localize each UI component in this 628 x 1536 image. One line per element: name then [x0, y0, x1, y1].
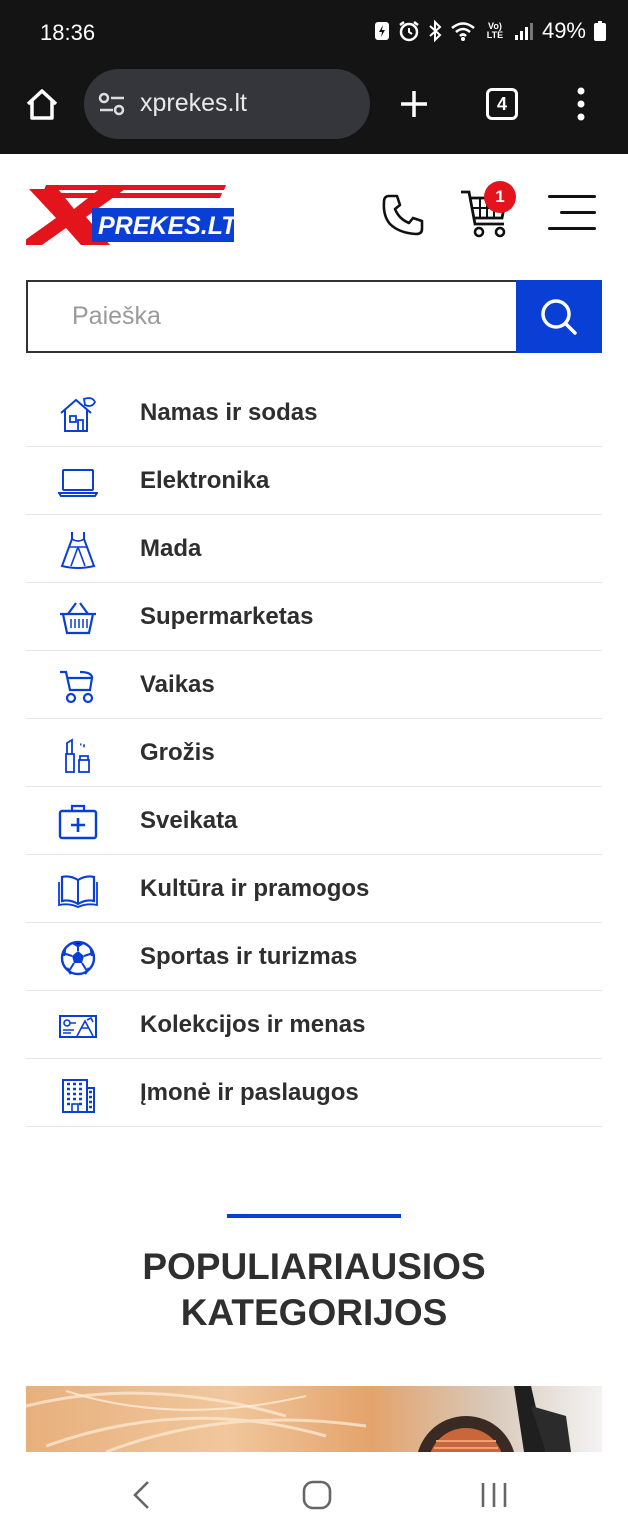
- category-label: Įmonė ir paslaugos: [140, 1079, 359, 1106]
- volte-badge: Vo) LTE: [486, 21, 504, 40]
- category-item-sveikata[interactable]: Sveikata: [26, 787, 602, 855]
- menu-icon[interactable]: [548, 193, 596, 233]
- book-icon: [58, 875, 98, 908]
- logo-text: PREKES.LT: [98, 212, 236, 240]
- category-label: Kolekcijos ir menas: [140, 1011, 366, 1038]
- cart-count-badge: 1: [484, 181, 516, 213]
- back-icon[interactable]: [130, 1480, 152, 1510]
- search-button[interactable]: [516, 280, 602, 353]
- first-aid-kit-icon: [58, 804, 98, 840]
- status-bar: 18:36 Vo) LTE 49%: [0, 0, 628, 66]
- category-item-sportas-ir-turizmas[interactable]: Sportas ir turizmas: [26, 923, 602, 991]
- category-item-kolekcijos-ir-menas[interactable]: Kolekcijos ir menas: [26, 991, 602, 1059]
- banner-artwork: [26, 1386, 571, 1452]
- popular-categories-heading: POPULIARIAUSIOS KATEGORIJOS: [0, 1244, 628, 1336]
- home-nav-icon[interactable]: [302, 1480, 332, 1510]
- home-icon[interactable]: [24, 86, 60, 122]
- category-label: Sveikata: [140, 807, 238, 834]
- category-label: Kultūra ir pramogos: [140, 875, 370, 902]
- new-tab-icon[interactable]: [398, 88, 430, 120]
- category-item-imone-ir-paslaugos[interactable]: Įmonė ir paslaugos: [26, 1059, 602, 1127]
- category-item-vaikas[interactable]: Vaikas: [26, 651, 602, 719]
- phone-icon[interactable]: [380, 192, 426, 238]
- system-navigation-bar: [0, 1452, 628, 1536]
- category-list: Namas ir sodas Elektronika Mada Supermar…: [26, 379, 602, 1127]
- category-label: Mada: [140, 535, 202, 562]
- category-item-elektronika[interactable]: Elektronika: [26, 447, 602, 515]
- dress-icon: [60, 532, 96, 569]
- wifi-icon: [451, 22, 475, 41]
- heading-line-1: POPULIARIAUSIOS: [142, 1246, 486, 1287]
- category-item-kultura-ir-pramogos[interactable]: Kultūra ir pramogos: [26, 855, 602, 923]
- site-settings-icon[interactable]: [98, 91, 126, 117]
- category-label: Vaikas: [140, 671, 215, 698]
- url-text[interactable]: xprekes.lt: [140, 89, 247, 118]
- lipstick-icon: [65, 738, 90, 773]
- tab-switcher-button[interactable]: 4: [486, 88, 518, 120]
- address-bar[interactable]: xprekes.lt: [84, 69, 370, 139]
- category-label: Supermarketas: [140, 603, 314, 630]
- recent-apps-icon[interactable]: [480, 1480, 508, 1510]
- collection-icon: [59, 1015, 97, 1038]
- search-icon: [541, 298, 577, 335]
- category-banner-image[interactable]: [26, 1386, 602, 1452]
- category-item-namas-ir-sodas[interactable]: Namas ir sodas: [26, 379, 602, 447]
- category-label: Namas ir sodas: [140, 399, 318, 426]
- heading-line-2: KATEGORIJOS: [180, 1292, 448, 1333]
- basket-icon: [60, 602, 96, 635]
- laptop-icon: [58, 469, 98, 497]
- section-divider: [227, 1214, 401, 1218]
- stroller-icon: [60, 670, 94, 704]
- battery-icon: [594, 21, 606, 41]
- browser-menu-icon[interactable]: [576, 86, 586, 122]
- bluetooth-icon: [429, 20, 442, 42]
- search-bar: [26, 280, 602, 353]
- office-building-icon: [62, 1079, 95, 1113]
- soccer-ball-icon: [60, 940, 96, 976]
- browser-toolbar: xprekes.lt 4: [0, 66, 628, 154]
- search-input[interactable]: [28, 282, 518, 351]
- alarm-icon: [399, 21, 419, 42]
- site-logo[interactable]: PREKES.LT: [26, 183, 236, 247]
- category-item-supermarketas[interactable]: Supermarketas: [26, 583, 602, 651]
- status-time: 18:36: [40, 20, 96, 45]
- category-label: Grožis: [140, 739, 215, 766]
- category-item-grozis[interactable]: Grožis: [26, 719, 602, 787]
- category-item-mada[interactable]: Mada: [26, 515, 602, 583]
- status-icons: Vo) LTE 49%: [374, 18, 606, 44]
- battery-saver-icon: [374, 22, 389, 40]
- category-label: Sportas ir turizmas: [140, 943, 358, 970]
- house-garden-icon: [60, 397, 97, 432]
- category-label: Elektronika: [140, 467, 270, 494]
- battery-percent: 49%: [541, 18, 586, 43]
- signal-icon: [514, 23, 533, 40]
